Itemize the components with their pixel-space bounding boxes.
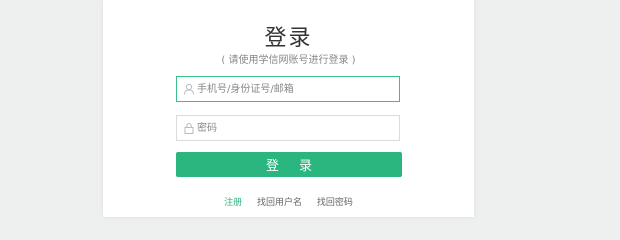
find-password-link[interactable]: 找回密码 xyxy=(317,198,353,208)
lock-icon xyxy=(184,122,194,134)
user-icon xyxy=(184,83,194,95)
password-input[interactable] xyxy=(197,116,393,140)
username-field[interactable] xyxy=(176,76,400,102)
register-link[interactable]: 注册 xyxy=(224,198,242,208)
auth-links: 注册 找回用户名 找回密码 xyxy=(103,195,474,208)
login-hint: ( 请使用学信网账号进行登录 ) xyxy=(221,55,356,66)
username-input[interactable] xyxy=(197,77,393,101)
password-field[interactable] xyxy=(176,115,400,141)
login-button[interactable]: 登 录 xyxy=(176,152,402,177)
page-title: 登录 xyxy=(264,26,313,51)
find-username-link[interactable]: 找回用户名 xyxy=(257,198,302,208)
login-card: 登录 ( 请使用学信网账号进行登录 ) 登 录 注册 找回用户名 找回密码 xyxy=(103,0,474,217)
